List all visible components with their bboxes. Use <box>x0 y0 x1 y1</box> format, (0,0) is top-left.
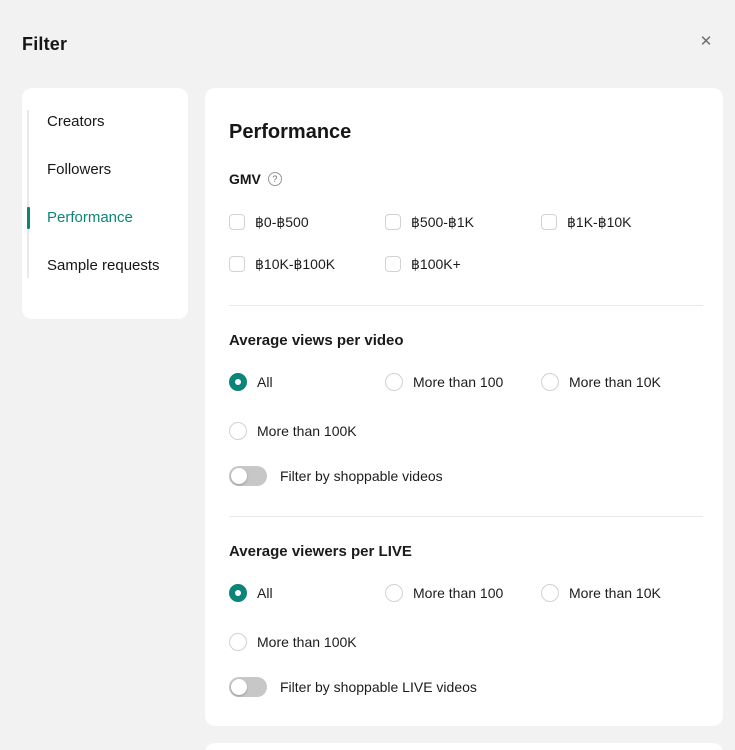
close-button[interactable]: ✕ <box>693 28 719 54</box>
sidebar-item-label: Followers <box>47 161 111 178</box>
checkbox-unchecked-icon[interactable] <box>385 214 401 230</box>
gmv-option-10k-100k[interactable]: ฿10K-฿100K <box>229 254 385 274</box>
dialog-title: Filter <box>22 34 67 55</box>
avg-views-option-all[interactable]: All <box>229 372 385 392</box>
checkbox-unchecked-icon[interactable] <box>541 214 557 230</box>
panel-title: Performance <box>229 121 703 144</box>
gmv-option-100k-plus[interactable]: ฿100K+ <box>385 254 541 274</box>
avg-views-option-more-100[interactable]: More than 100 <box>385 372 541 392</box>
radio-unchecked-icon[interactable] <box>229 633 247 651</box>
section-title-avg-viewers-live: Average viewers per LIVE <box>229 543 703 561</box>
avg-views-option-more-10k[interactable]: More than 10K <box>541 372 703 392</box>
gmv-checkbox-group: ฿0-฿500 ฿500-฿1K ฿1K-฿10K ฿10K-฿100K ฿10… <box>229 212 703 274</box>
radio-unchecked-icon[interactable] <box>385 584 403 602</box>
toggle-knob <box>231 679 247 695</box>
radio-checked-icon[interactable] <box>229 373 247 391</box>
radio-unchecked-icon[interactable] <box>385 373 403 391</box>
gmv-option-0-500[interactable]: ฿0-฿500 <box>229 212 385 232</box>
shoppable-live-videos-toggle-row: Filter by shoppable LIVE videos <box>229 677 703 697</box>
avg-views-radio-group: All More than 100 More than 10K More tha… <box>229 372 703 441</box>
divider <box>229 516 703 517</box>
filter-dialog: Filter ✕ Creators Followers Performance … <box>0 0 735 750</box>
shoppable-live-videos-toggle[interactable] <box>229 677 267 697</box>
checkbox-unchecked-icon[interactable] <box>229 256 245 272</box>
divider <box>229 305 703 306</box>
toggle-label: Filter by shoppable LIVE videos <box>280 677 477 697</box>
toggle-knob <box>231 468 247 484</box>
sidebar-nav: Creators Followers Performance Sample re… <box>27 110 176 278</box>
close-icon: ✕ <box>700 34 713 49</box>
avg-viewers-live-radio-group: All More than 100 More than 10K More tha… <box>229 583 703 652</box>
avg-viewers-option-all[interactable]: All <box>229 583 385 603</box>
shoppable-videos-toggle-row: Filter by shoppable videos <box>229 466 703 486</box>
gmv-header: GMV ? <box>229 170 703 188</box>
section-title-avg-views: Average views per video <box>229 332 703 350</box>
avg-viewers-option-more-100[interactable]: More than 100 <box>385 583 541 603</box>
radio-checked-icon[interactable] <box>229 584 247 602</box>
dialog-body: Creators Followers Performance Sample re… <box>0 88 735 726</box>
avg-viewers-option-more-100k[interactable]: More than 100K <box>229 632 385 652</box>
avg-viewers-option-more-10k[interactable]: More than 10K <box>541 583 703 603</box>
help-icon[interactable]: ? <box>268 172 282 186</box>
shoppable-videos-toggle[interactable] <box>229 466 267 486</box>
avg-views-option-more-100k[interactable]: More than 100K <box>229 421 385 441</box>
sidebar-item-creators[interactable]: Creators <box>29 110 176 134</box>
toggle-label: Filter by shoppable videos <box>280 466 443 486</box>
performance-panel: Performance GMV ? ฿0-฿500 ฿500-฿1K ฿1K-฿… <box>205 88 723 726</box>
radio-unchecked-icon[interactable] <box>229 422 247 440</box>
sidebar-item-label: Sample requests <box>47 257 160 274</box>
checkbox-unchecked-icon[interactable] <box>385 256 401 272</box>
sidebar-item-label: Creators <box>47 113 105 130</box>
gmv-label: GMV <box>229 170 261 188</box>
next-section-card <box>205 743 723 750</box>
checkbox-unchecked-icon[interactable] <box>229 214 245 230</box>
gmv-option-500-1k[interactable]: ฿500-฿1K <box>385 212 541 232</box>
sidebar-item-label: Performance <box>47 209 133 226</box>
filter-sidebar: Creators Followers Performance Sample re… <box>22 88 188 319</box>
dialog-header: Filter ✕ <box>0 0 735 88</box>
sidebar-item-performance[interactable]: Performance <box>29 206 176 230</box>
sidebar-item-followers[interactable]: Followers <box>29 158 176 182</box>
gmv-option-1k-10k[interactable]: ฿1K-฿10K <box>541 212 703 232</box>
sidebar-item-sample-requests[interactable]: Sample requests <box>29 254 176 278</box>
radio-unchecked-icon[interactable] <box>541 373 559 391</box>
radio-unchecked-icon[interactable] <box>541 584 559 602</box>
